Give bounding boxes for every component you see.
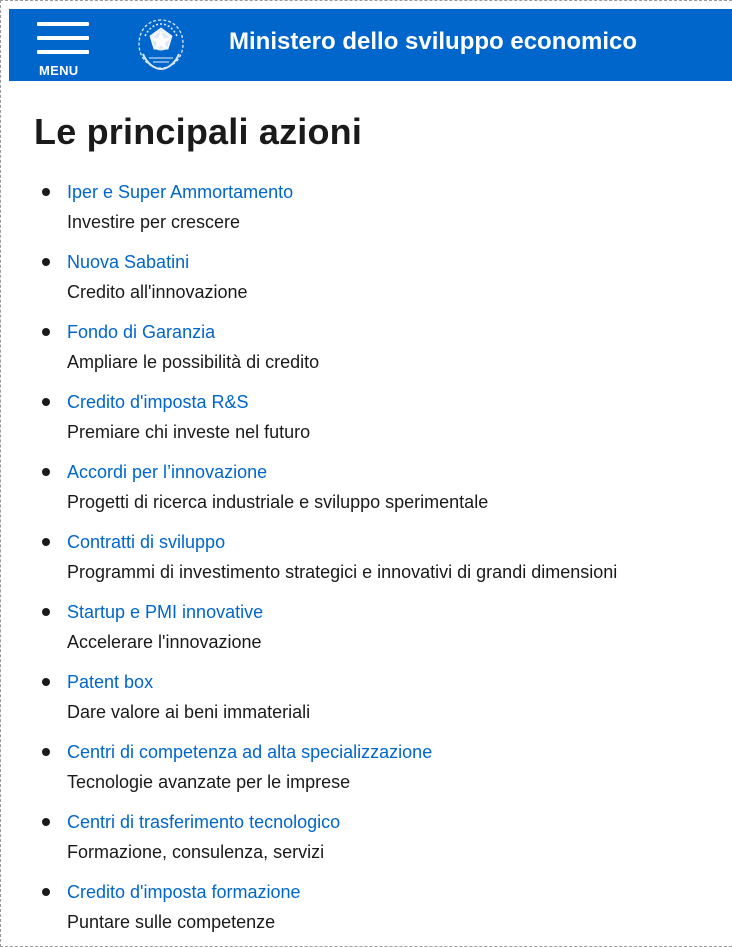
list-item: Credito d'imposta R&S Premiare chi inves… <box>9 387 617 457</box>
hamburger-bar <box>37 50 89 54</box>
action-description: Programmi di investimento strategici e i… <box>67 562 618 582</box>
list-item: Nuova Sabatini Credito all'innovazione <box>9 247 617 317</box>
action-description: Progetti di ricerca industriale e svilup… <box>67 492 489 512</box>
italian-republic-emblem-icon[interactable] <box>131 14 191 74</box>
hamburger-bar <box>37 22 89 26</box>
list-item: Startup e PMI innovative Accelerare l'in… <box>9 597 617 667</box>
actions-list: Iper e Super Ammortamento Investire per … <box>9 177 617 946</box>
list-item: Centri di trasferimento tecnologico Form… <box>9 807 617 877</box>
site-header: MENU Ministero dello sviluppo economico <box>9 9 732 81</box>
action-link-iper-super-ammortamento[interactable]: Iper e Super Ammortamento <box>67 177 617 207</box>
list-item: Centri di competenza ad alta specializza… <box>9 737 617 807</box>
list-item: Contratti di sviluppo Programmi di inves… <box>9 527 617 597</box>
page-title: Le principali azioni <box>34 111 363 152</box>
hamburger-bar <box>37 36 89 40</box>
bullet-icon <box>42 188 50 196</box>
bullet-icon <box>42 818 50 826</box>
list-item: Fondo di Garanzia Ampliare le possibilit… <box>9 317 617 387</box>
bullet-icon <box>42 608 50 616</box>
action-description: Accelerare l'innovazione <box>67 632 262 652</box>
action-description: Investire per crescere <box>67 212 241 232</box>
action-description: Ampliare le possibilità di credito <box>67 352 320 372</box>
bullet-icon <box>42 748 50 756</box>
action-description: Dare valore ai beni immateriali <box>67 702 311 722</box>
bullet-icon <box>42 888 50 896</box>
action-link-accordi-innovazione[interactable]: Accordi per l’innovazione <box>67 457 617 487</box>
bullet-icon <box>42 258 50 266</box>
bullet-icon <box>42 468 50 476</box>
action-link-fondo-di-garanzia[interactable]: Fondo di Garanzia <box>67 317 617 347</box>
action-link-centri-trasferimento-tecnologico[interactable]: Centri di trasferimento tecnologico <box>67 807 617 837</box>
action-description: Credito all'innovazione <box>67 282 248 302</box>
site-title-link[interactable]: Ministero dello sviluppo economico <box>229 28 637 56</box>
bullet-icon <box>42 328 50 336</box>
bullet-icon <box>42 678 50 686</box>
action-link-credito-imposta-formazione[interactable]: Credito d'imposta formazione <box>67 877 617 907</box>
action-link-patent-box[interactable]: Patent box <box>67 667 617 697</box>
list-item: Patent box Dare valore ai beni immateria… <box>9 667 617 737</box>
main-content: Le principali azioni Iper e Super Ammort… <box>9 81 732 946</box>
action-description: Premiare chi investe nel futuro <box>67 422 311 442</box>
action-link-contratti-di-sviluppo[interactable]: Contratti di sviluppo <box>67 527 617 557</box>
bullet-icon <box>42 398 50 406</box>
action-link-centri-di-competenza[interactable]: Centri di competenza ad alta specializza… <box>67 737 617 767</box>
action-link-credito-imposta-rs[interactable]: Credito d'imposta R&S <box>67 387 617 417</box>
action-description: Puntare sulle competenze <box>67 912 276 932</box>
menu-button[interactable]: MENU <box>37 19 91 78</box>
list-item: Iper e Super Ammortamento Investire per … <box>9 177 617 247</box>
action-link-startup-pmi-innovative[interactable]: Startup e PMI innovative <box>67 597 617 627</box>
action-link-nuova-sabatini[interactable]: Nuova Sabatini <box>67 247 617 277</box>
action-description: Formazione, consulenza, servizi <box>67 842 325 862</box>
menu-label: MENU <box>39 63 79 78</box>
list-item: Accordi per l’innovazione Progetti di ri… <box>9 457 617 527</box>
list-item: Credito d'imposta formazione Puntare sul… <box>9 877 617 946</box>
page-frame: MENU Ministero dello sviluppo economico <box>0 0 732 947</box>
bullet-icon <box>42 538 50 546</box>
action-description: Tecnologie avanzate per le imprese <box>67 772 351 792</box>
